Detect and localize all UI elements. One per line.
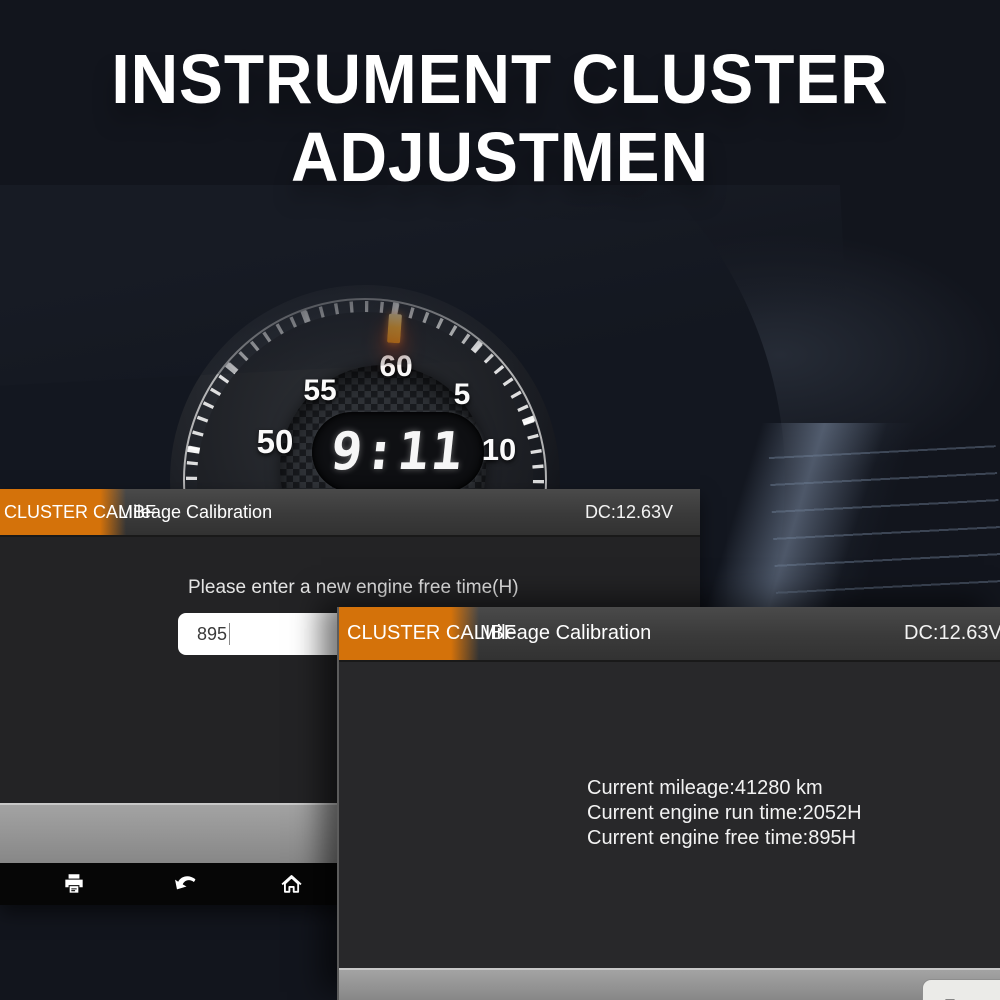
- hero-title: INSTRUMENT CLUSTER ADJUSTMEN: [0, 40, 1000, 196]
- info-dialog-body: Current mileage:41280 km Current engine …: [339, 662, 1000, 968]
- current-mileage-line: Current mileage:41280 km: [587, 776, 862, 801]
- enter-button[interactable]: Enter: [922, 979, 1000, 1000]
- back-icon[interactable]: [172, 871, 198, 897]
- home-icon[interactable]: [278, 871, 304, 897]
- voltage-readout: DC:12.63V: [904, 607, 1000, 660]
- engine-run-time-line: Current engine run time:2052H: [587, 801, 862, 826]
- screen-title: Mileage Calibration: [480, 607, 651, 660]
- info-dialog-footer: Enter: [339, 968, 1000, 1000]
- hero-title-line1: INSTRUMENT CLUSTER: [30, 40, 970, 118]
- screen-title: Mileage Calibration: [118, 489, 272, 535]
- input-prompt: Please enter a new engine free time(H): [188, 577, 519, 599]
- info-dialog: CLUSTER CALIBF Mileage Calibration DC:12…: [337, 607, 1000, 1000]
- hero-title-line2: ADJUSTMEN: [30, 118, 970, 196]
- engine-free-time-line: Current engine free time:895H: [587, 826, 862, 851]
- input-value: 895: [197, 624, 227, 645]
- input-dialog-header: CLUSTER CALIBF Mileage Calibration DC:12…: [0, 489, 700, 537]
- dashboard-vent: [688, 423, 1000, 610]
- info-dialog-header: CLUSTER CALIBF Mileage Calibration DC:12…: [339, 607, 1000, 662]
- printer-icon[interactable]: [61, 871, 87, 897]
- voltage-readout: DC:12.63V: [585, 489, 673, 535]
- current-values: Current mileage:41280 km Current engine …: [587, 776, 862, 851]
- text-caret: [229, 623, 230, 645]
- vent-slats: [769, 445, 1000, 610]
